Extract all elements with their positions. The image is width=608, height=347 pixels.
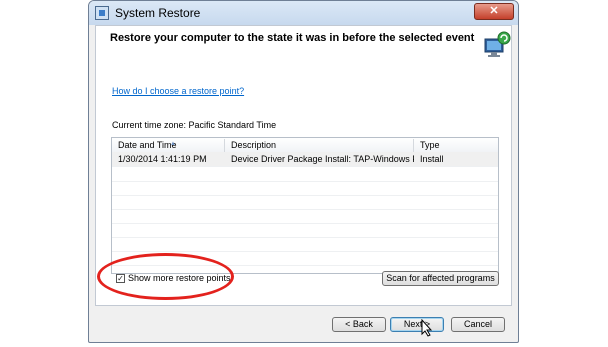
help-link[interactable]: How do I choose a restore point? xyxy=(112,86,244,96)
empty-row xyxy=(112,167,498,182)
next-button[interactable]: Next > xyxy=(390,317,444,332)
column-header-date[interactable]: ▲ Date and Time xyxy=(112,139,225,152)
column-header-type[interactable]: Type xyxy=(414,139,498,152)
highlight-circle xyxy=(97,253,234,300)
empty-row xyxy=(112,195,498,210)
scan-affected-programs-button[interactable]: Scan for affected programs xyxy=(382,271,499,286)
cancel-button[interactable]: Cancel xyxy=(451,317,505,332)
empty-row xyxy=(112,223,498,238)
empty-row xyxy=(112,181,498,196)
empty-row xyxy=(112,237,498,252)
back-button[interactable]: < Back xyxy=(332,317,386,332)
cell-type: Install xyxy=(420,154,444,164)
table-row[interactable]: 1/30/2014 1:41:19 PM Device Driver Packa… xyxy=(112,152,498,167)
computer-restore-icon xyxy=(484,31,511,57)
title-bar[interactable]: System Restore ✕ xyxy=(89,1,518,25)
mouse-cursor-icon xyxy=(421,319,433,337)
close-button[interactable]: ✕ xyxy=(474,3,514,20)
empty-row xyxy=(112,209,498,224)
table-header: ▲ Date and Time Description Type xyxy=(112,138,498,153)
page-heading: Restore your computer to the state it wa… xyxy=(110,32,475,44)
cell-date: 1/30/2014 1:41:19 PM xyxy=(118,154,207,164)
window-title: System Restore xyxy=(115,6,201,20)
cell-description: Device Driver Package Install: TAP-Windo… xyxy=(231,154,414,164)
timezone-label: Current time zone: Pacific Standard Time xyxy=(112,120,277,130)
system-restore-icon xyxy=(95,6,109,20)
column-header-description[interactable]: Description xyxy=(225,139,414,152)
column-header-date-label: Date and Time xyxy=(118,140,177,150)
sort-arrow-icon: ▲ xyxy=(170,141,176,147)
